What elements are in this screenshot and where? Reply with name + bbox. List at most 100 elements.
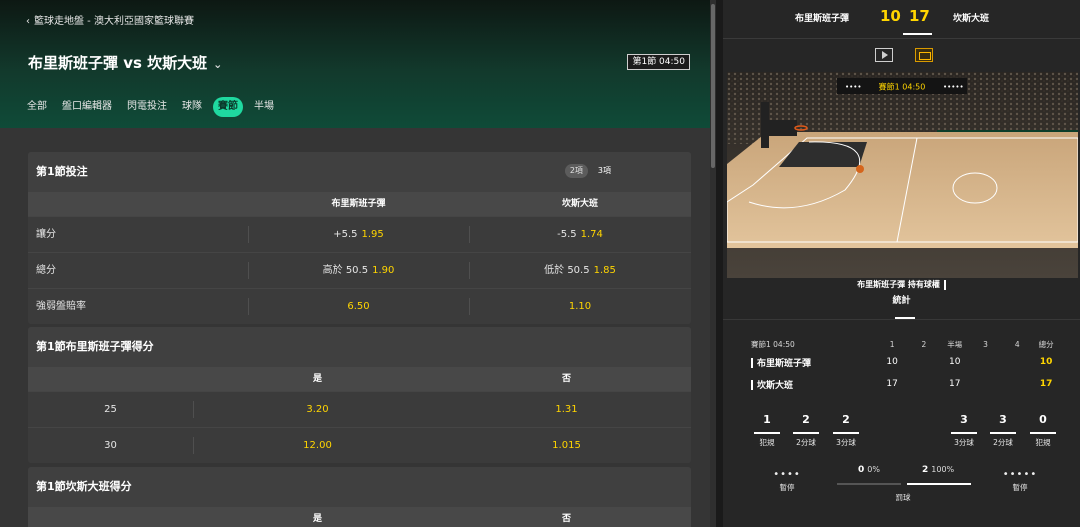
away-ft-bar-fill bbox=[907, 483, 971, 485]
stat-bar bbox=[833, 432, 859, 434]
stat-bar bbox=[1030, 432, 1056, 434]
tab-all[interactable]: 全部 bbox=[27, 97, 47, 117]
timeout-dots: •••• bbox=[773, 469, 801, 480]
col-q1: 1 bbox=[889, 339, 895, 349]
court-view-icon[interactable] bbox=[915, 48, 933, 62]
stat-bar bbox=[990, 432, 1016, 434]
arena-clock-text: 賽節1 04:50 bbox=[879, 82, 926, 92]
app-root: ‹ 籃球走地盤 - 澳大利亞國家籃球聯賽 布里斯班子彈 vs 坎斯大班 ⌄ 第1節 … bbox=[0, 0, 1080, 527]
odds-cell[interactable]: 3.20 bbox=[193, 392, 442, 427]
away-ft-bar-track bbox=[907, 483, 971, 485]
divider bbox=[723, 38, 1080, 39]
away-score: 17 bbox=[909, 7, 930, 25]
tab-quarters[interactable]: 賽節 bbox=[213, 97, 243, 117]
col-away: 坎斯大班 bbox=[561, 199, 598, 209]
col-q3: 3 bbox=[983, 339, 988, 349]
stat-label: 3分球 bbox=[954, 438, 974, 447]
row-label: 強弱盤賠率 bbox=[36, 301, 86, 312]
period-clock: 賽節1 04:50 bbox=[751, 339, 795, 349]
possession-bar bbox=[943, 279, 946, 290]
column-header: 是 否 bbox=[28, 367, 691, 391]
card-title[interactable]: 第1節投注 2項 3項 bbox=[28, 152, 691, 192]
team-row: 坎斯大班 17 17 17 bbox=[751, 373, 1059, 395]
col-q4: 4 bbox=[1014, 339, 1020, 349]
score-table: 賽節1 04:50 1 2 半場 3 4 總分 布里斯班子彈 10 10 10 … bbox=[751, 337, 1059, 395]
odds-cell[interactable]: 1.015 bbox=[442, 428, 691, 463]
match-visualization: 賽節1 04:50 •••• ••••• bet365 bet365 bet36… bbox=[727, 72, 1078, 278]
stat-bar bbox=[754, 432, 780, 434]
total-score: 17 bbox=[1039, 379, 1053, 389]
markets-panel: ‹ 籃球走地盤 - 澳大利亞國家籃球聯賽 布里斯班子彈 vs 坎斯大班 ⌄ 第1節 … bbox=[0, 0, 716, 527]
odds-cell[interactable]: 12.00 bbox=[193, 428, 442, 463]
col-label-spacer bbox=[28, 192, 248, 216]
tab-teams[interactable]: 球隊 bbox=[182, 97, 202, 117]
stat-value: 3 bbox=[999, 413, 1007, 426]
card-title-text: 第1節投注 bbox=[36, 165, 88, 178]
timeout-label: 暫停 bbox=[1012, 483, 1028, 492]
stat-label: 2分球 bbox=[796, 438, 816, 447]
stat-label: 2分球 bbox=[993, 438, 1013, 447]
market-row: 25 3.20 1.31 bbox=[28, 391, 691, 427]
odds-value: 6.50 bbox=[347, 301, 370, 312]
odds-cell[interactable]: 高於 50.5 1.90 bbox=[248, 253, 469, 288]
tab-half[interactable]: 半場 bbox=[254, 97, 274, 117]
away-2pt-stat: 3 2分球 bbox=[988, 413, 1018, 448]
total-score: 10 bbox=[1039, 357, 1053, 367]
line-value: +5.5 bbox=[333, 229, 358, 240]
panel-divider bbox=[716, 0, 723, 527]
odds-cell[interactable]: 1.10 bbox=[469, 289, 691, 324]
away-3pt-stat: 3 3分球 bbox=[949, 413, 979, 448]
breadcrumb[interactable]: ‹ 籃球走地盤 - 澳大利亞國家籃球聯賽 bbox=[26, 12, 194, 27]
odds-value: 3.20 bbox=[306, 404, 329, 415]
free-throw-label: 罰球 bbox=[895, 493, 911, 502]
toggle-3way[interactable]: 3項 bbox=[594, 164, 615, 178]
tab-quick-bet[interactable]: 閃電投注 bbox=[127, 97, 167, 117]
home-timeouts: •••• 暫停 bbox=[762, 469, 812, 493]
away-timeouts: ••••• 暫停 bbox=[995, 469, 1045, 493]
half-score: 17 bbox=[948, 379, 961, 389]
away-fouls-stat: 0 犯規 bbox=[1028, 413, 1058, 448]
odds-cell[interactable]: 6.50 bbox=[248, 289, 469, 324]
odds-cell[interactable]: 低於 50.5 1.85 bbox=[469, 253, 691, 288]
card-title[interactable]: 第1節布里斯班子彈得分 bbox=[28, 327, 691, 367]
card-title[interactable]: 第1節坎斯大班得分 bbox=[28, 467, 691, 507]
home-score: 10 bbox=[880, 7, 901, 25]
col-label-spacer bbox=[28, 367, 193, 391]
tab-bet-builder[interactable]: 盤口編輯器 bbox=[62, 97, 112, 117]
possession-text: 布里斯班子彈 持有球權 bbox=[857, 280, 940, 289]
home-2pt-stat: 2 2分球 bbox=[791, 413, 821, 448]
row-label: 總分 bbox=[36, 265, 56, 276]
score-underline bbox=[903, 33, 932, 35]
scoreboard: 布里斯班子彈 10 17 坎斯大班 bbox=[723, 0, 1080, 38]
ft-made: 2 bbox=[922, 465, 929, 475]
away-fouls-dots: ••••• bbox=[943, 83, 964, 91]
column-header: 是 否 bbox=[28, 507, 691, 527]
breadcrumb-text: 籃球走地盤 - 澳大利亞國家籃球聯賽 bbox=[34, 16, 194, 27]
odds-cell[interactable]: -5.5 1.74 bbox=[469, 217, 691, 252]
stat-label: 犯規 bbox=[759, 438, 775, 447]
scrollbar-thumb[interactable] bbox=[711, 4, 715, 168]
toggle-2way[interactable]: 2項 bbox=[564, 164, 588, 178]
video-icon[interactable] bbox=[875, 48, 893, 62]
away-team-name: 坎斯大班 bbox=[953, 14, 990, 24]
odds-value: 1.31 bbox=[555, 404, 578, 415]
odds-cell[interactable]: 1.31 bbox=[442, 392, 691, 427]
timeout-dots: ••••• bbox=[1002, 469, 1038, 480]
odds-value: 1.10 bbox=[568, 301, 592, 312]
home-points-card: 第1節布里斯班子彈得分 是 否 25 3.20 1.31 30 12.00 1.… bbox=[28, 327, 691, 463]
match-title-text: 布里斯班子彈 vs 坎斯大班 bbox=[28, 54, 208, 72]
away-points-card: 第1節坎斯大班得分 是 否 bbox=[28, 467, 691, 527]
tab-stats[interactable]: 統計 bbox=[723, 293, 1080, 319]
ft-pct: 0% bbox=[867, 465, 880, 474]
points-threshold: 25 bbox=[104, 404, 117, 415]
stat-value: 0 bbox=[1039, 413, 1047, 426]
match-title[interactable]: 布里斯班子彈 vs 坎斯大班 ⌄ bbox=[28, 52, 222, 73]
stat-label: 犯規 bbox=[1035, 438, 1051, 447]
odds-cell[interactable]: +5.5 1.95 bbox=[248, 217, 469, 252]
points-threshold: 30 bbox=[104, 440, 117, 451]
ft-made: 0 bbox=[858, 465, 865, 475]
team-name: 坎斯大班 bbox=[751, 378, 876, 391]
period-clock-badge: 第1節 04:50 bbox=[627, 54, 690, 70]
score-table-header: 賽節1 04:50 1 2 半場 3 4 總分 bbox=[751, 337, 1059, 351]
way-toggle: 2項 3項 bbox=[564, 164, 615, 178]
